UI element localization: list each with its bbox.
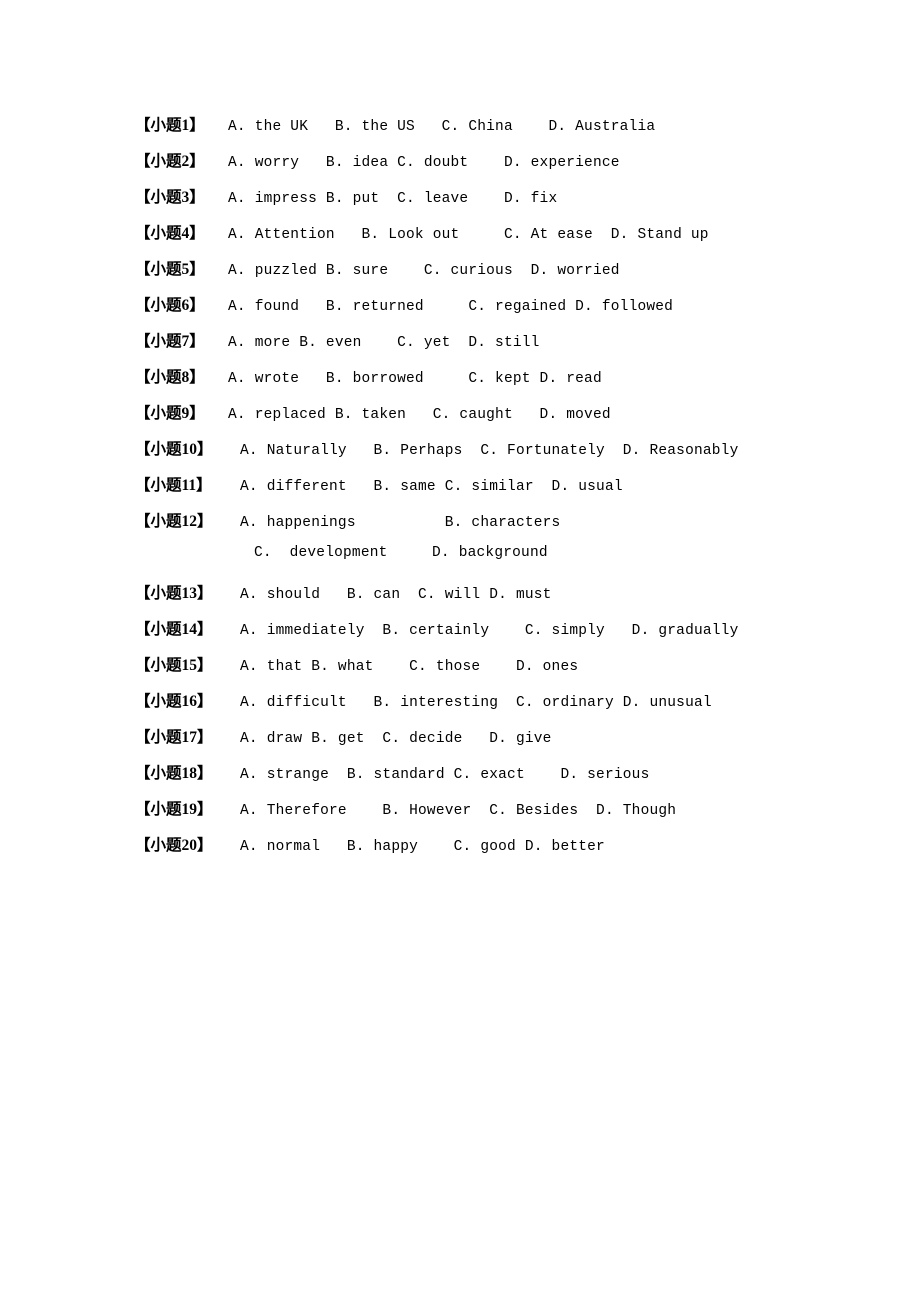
question-number-label: 【小题7】 (135, 333, 205, 350)
question-number-label: 【小题11】 (135, 477, 212, 494)
question-row-continuation: C. development D. background (135, 545, 895, 581)
question-row: 【小题19】 A. Therefore B. However C. Besides… (135, 797, 895, 833)
question-row: 【小题3】 A. impress B. put C. leave D. fix (135, 185, 895, 221)
question-row: 【小题10】 A. Naturally B. Perhaps C. Fortuna… (135, 437, 895, 473)
question-row: 【小题14】 A. immediately B. certainly C. sim… (135, 617, 895, 653)
question-row: 【小题8】 A. wrote B. borrowed C. kept D. rea… (135, 365, 895, 401)
question-row: 【小题6】 A. found B. returned C. regained D.… (135, 293, 895, 329)
question-number-label: 【小题14】 (135, 621, 213, 638)
question-row: 【小题5】 A. puzzled B. sure C. curious D. wo… (135, 257, 895, 293)
question-options: A. Attention B. Look out C. At ease D. S… (228, 227, 709, 243)
question-row: 【小题20】 A. normal B. happy C. good D. bett… (135, 833, 895, 869)
question-row: 【小题9】 A. replaced B. taken C. caught D. m… (135, 401, 895, 437)
question-number-label: 【小题18】 (135, 765, 213, 782)
question-number-label: 【小题4】 (135, 225, 205, 242)
question-number-label: 【小题20】 (135, 837, 213, 854)
question-options: A. the UK B. the US C. China D. Australi… (228, 119, 656, 135)
question-row: 【小题7】 A. more B. even C. yet D. still (135, 329, 895, 365)
question-options: A. Naturally B. Perhaps C. Fortunately D… (240, 443, 739, 459)
question-options: A. immediately B. certainly C. simply D.… (240, 623, 739, 639)
question-options: A. Therefore B. However C. Besides D. Th… (240, 803, 677, 819)
question-number-label: 【小题5】 (135, 261, 205, 278)
question-options: A. wrote B. borrowed C. kept D. read (228, 371, 602, 387)
question-options: C. development D. background (254, 545, 548, 561)
question-number-label: 【小题13】 (135, 585, 213, 602)
question-row: 【小题11】 A. different B. same C. similar D.… (135, 473, 895, 509)
question-number-label: 【小题15】 (135, 657, 213, 674)
question-row: 【小题1】 A. the UK B. the US C. China D. Aus… (135, 113, 895, 149)
question-number-label: 【小题10】 (135, 441, 213, 458)
question-number-label: 【小题9】 (135, 405, 205, 422)
question-options: A. difficult B. interesting C. ordinary … (240, 695, 712, 711)
question-number-label: 【小题17】 (135, 729, 213, 746)
question-number-label: 【小题6】 (135, 297, 205, 314)
question-options: A. strange B. standard C. exact D. serio… (240, 767, 650, 783)
question-options: A. different B. same C. similar D. usual (240, 479, 623, 495)
question-row: 【小题13】 A. should B. can C. will D. must (135, 581, 895, 617)
question-row: 【小题4】 A. Attention B. Look out C. At ease… (135, 221, 895, 257)
question-row: 【小题16】 A. difficult B. interesting C. ord… (135, 689, 895, 725)
question-options: A. draw B. get C. decide D. give (240, 731, 552, 747)
question-row: 【小题15】 A. that B. what C. those D. ones (135, 653, 895, 689)
question-number-label: 【小题8】 (135, 369, 205, 386)
question-options: A. happenings B. characters (240, 515, 561, 531)
question-row: 【小题2】 A. worry B. idea C. doubt D. experi… (135, 149, 895, 185)
question-options: A. should B. can C. will D. must (240, 587, 552, 603)
question-options: A. found B. returned C. regained D. foll… (228, 299, 674, 315)
question-number-label: 【小题1】 (135, 117, 205, 134)
document-page: 【小题1】 A. the UK B. the US C. China D. Aus… (0, 0, 920, 1302)
question-row: 【小题18】 A. strange B. standard C. exact D.… (135, 761, 895, 797)
question-number-label: 【小题16】 (135, 693, 213, 710)
question-options: A. impress B. put C. leave D. fix (228, 191, 558, 207)
question-row: 【小题17】 A. draw B. get C. decide D. give (135, 725, 895, 761)
question-option-list: 【小题1】 A. the UK B. the US C. China D. Aus… (135, 113, 895, 869)
question-number-label: 【小题2】 (135, 153, 205, 170)
question-options: A. puzzled B. sure C. curious D. worried (228, 263, 620, 279)
question-number-label: 【小题12】 (135, 513, 213, 530)
question-row: 【小题12】 A. happenings B. characters (135, 509, 895, 545)
question-options: A. replaced B. taken C. caught D. moved (228, 407, 611, 423)
question-number-label: 【小题3】 (135, 189, 205, 206)
question-number-label: 【小题19】 (135, 801, 213, 818)
question-options: A. that B. what C. those D. ones (240, 659, 579, 675)
question-options: A. more B. even C. yet D. still (228, 335, 540, 351)
question-options: A. worry B. idea C. doubt D. experience (228, 155, 620, 171)
question-options: A. normal B. happy C. good D. better (240, 839, 605, 855)
